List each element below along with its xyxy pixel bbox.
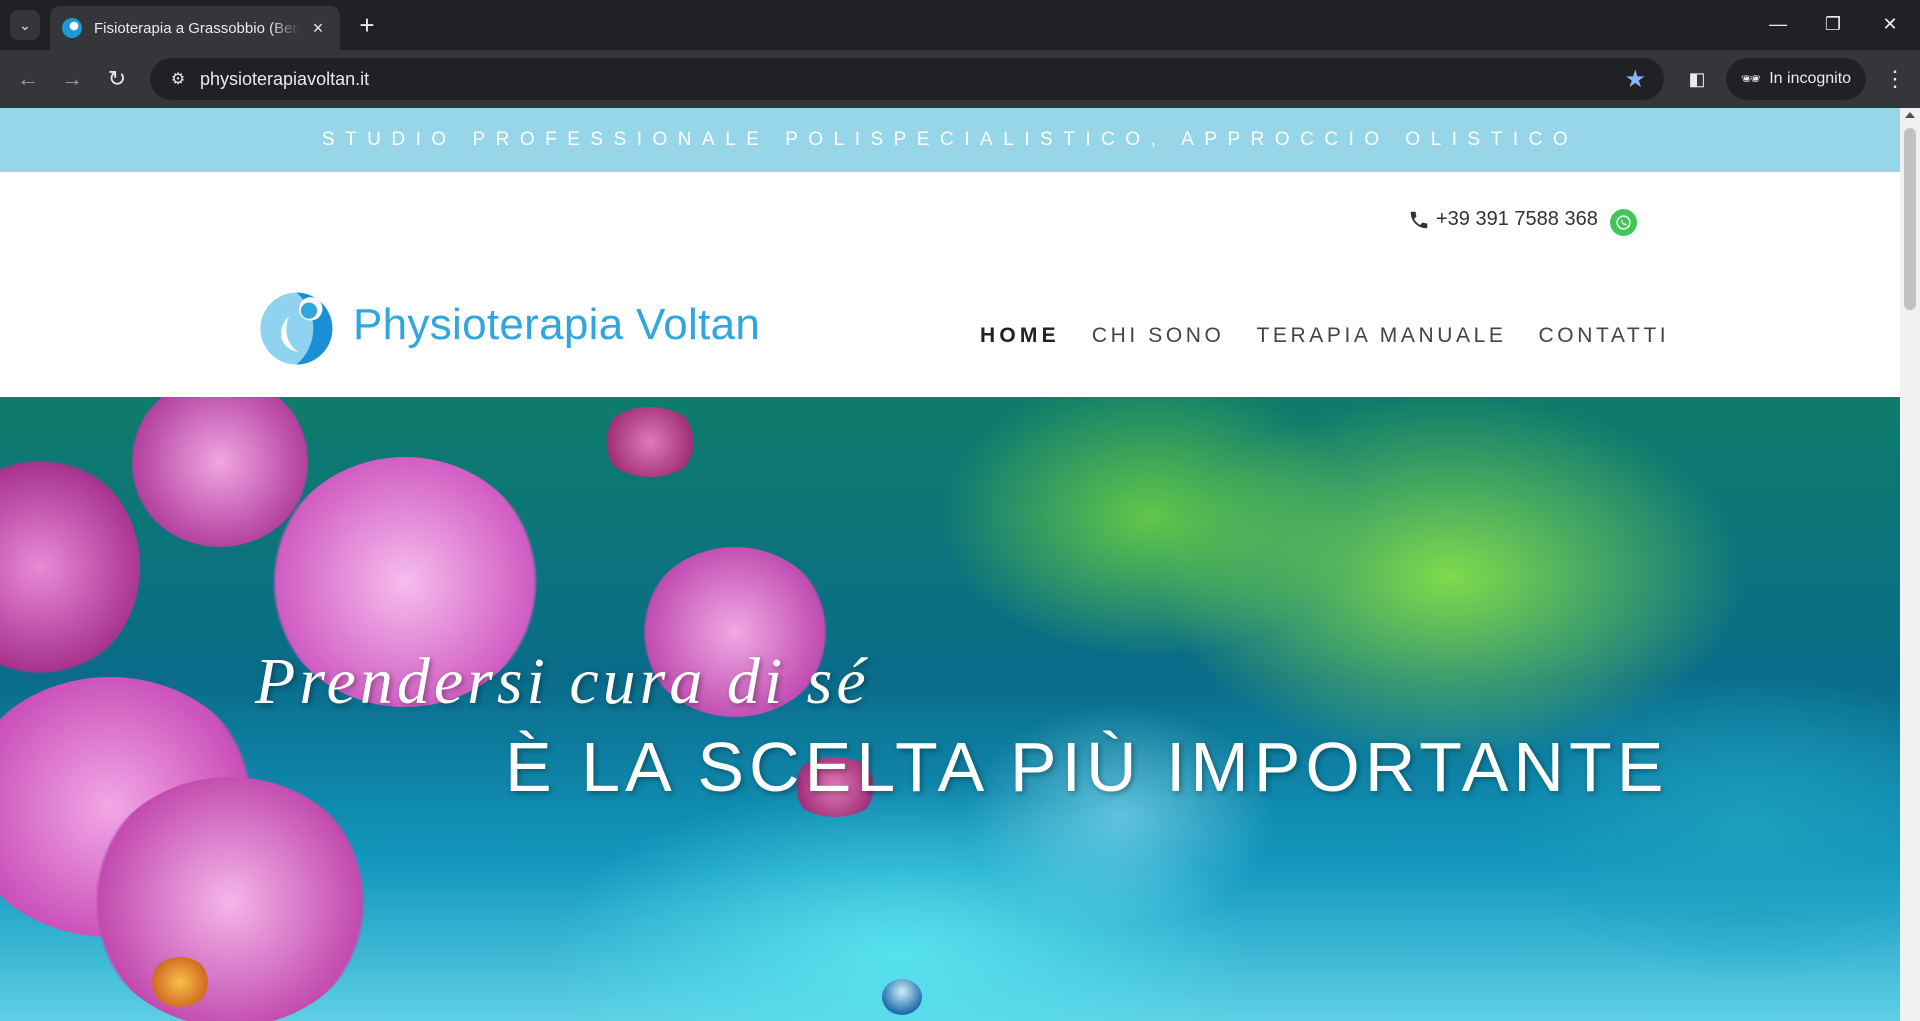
orchid-bud-image bbox=[600, 407, 700, 477]
page-viewport: STUDIO PROFESSIONALE POLISPECIALISTICO, … bbox=[0, 108, 1920, 1021]
search-tabs-icon[interactable]: ⌄ bbox=[10, 10, 40, 40]
page-scrollbar[interactable] bbox=[1900, 108, 1920, 1021]
orchid-flower-image bbox=[0, 457, 140, 677]
tagline-bar: STUDIO PROFESSIONALE POLISPECIALISTICO, … bbox=[0, 108, 1900, 172]
browser-tab-bar: ⌄ Fisioterapia a Grassobbio (Bergamo) × … bbox=[0, 0, 1920, 50]
back-arrow-icon[interactable]: ← bbox=[11, 62, 45, 96]
nav-item-home[interactable]: HOME bbox=[980, 324, 1060, 348]
logo-text: Physioterapia Voltan bbox=[353, 300, 761, 349]
url-text[interactable]: physioterapiavoltan.it bbox=[200, 69, 1624, 90]
plus-icon[interactable]: + bbox=[352, 10, 382, 40]
logo-mark-icon bbox=[260, 292, 333, 365]
browser-toolbar: ← → ↻ ⚙ physioterapiavoltan.it ★ ◧ 🕶 In … bbox=[0, 50, 1920, 108]
site-info-icon[interactable]: ⚙ bbox=[156, 69, 200, 89]
minimize-icon[interactable]: — bbox=[1758, 8, 1798, 40]
kebab-menu-icon[interactable]: ⋮ bbox=[1880, 62, 1910, 96]
incognito-label: In incognito bbox=[1769, 70, 1852, 87]
restore-icon[interactable]: ❐ bbox=[1813, 8, 1853, 40]
star-icon[interactable]: ★ bbox=[1624, 65, 1646, 94]
orchid-flower-image bbox=[90, 777, 370, 1021]
phone-icon bbox=[1410, 211, 1428, 228]
nav-item-chi-sono[interactable]: CHI SONO bbox=[1092, 324, 1225, 348]
nav-item-contatti[interactable]: CONTATTI bbox=[1539, 324, 1670, 348]
incognito-button[interactable]: 🕶 In incognito bbox=[1726, 58, 1866, 100]
reload-icon[interactable]: ↻ bbox=[100, 62, 134, 96]
site-logo[interactable]: Physioterapia Voltan bbox=[255, 280, 760, 370]
address-bar[interactable]: ⚙ physioterapiavoltan.it ★ bbox=[150, 58, 1664, 100]
water-drop-image bbox=[882, 979, 922, 1015]
scroll-thumb[interactable] bbox=[1904, 128, 1916, 310]
orchid-center-image bbox=[150, 957, 210, 1007]
main-nav: HOME CHI SONO TERAPIA MANUALE CONTATTI bbox=[980, 324, 1669, 348]
favicon-icon bbox=[62, 18, 82, 38]
close-window-icon[interactable]: ✕ bbox=[1870, 8, 1910, 40]
phone-number: +39 391 7588 368 bbox=[1436, 208, 1598, 230]
scroll-up-icon[interactable] bbox=[1905, 112, 1915, 118]
forward-arrow-icon[interactable]: → bbox=[55, 62, 89, 96]
browser-tab[interactable]: Fisioterapia a Grassobbio (Bergamo) × bbox=[50, 6, 340, 50]
nav-item-terapia-manuale[interactable]: TERAPIA MANUALE bbox=[1256, 324, 1506, 348]
side-panel-icon[interactable]: ◧ bbox=[1680, 62, 1714, 96]
tagline-text: STUDIO PROFESSIONALE POLISPECIALISTICO, … bbox=[321, 129, 1579, 150]
phone-link[interactable]: +39 391 7588 368 bbox=[1408, 208, 1598, 231]
hero-headline: Prendersi cura di sé bbox=[255, 645, 870, 718]
orchid-flower-image bbox=[130, 397, 310, 547]
hero-subheadline: È LA SCELTA PIÙ IMPORTANTE bbox=[505, 728, 1669, 806]
incognito-icon: 🕶 bbox=[1740, 71, 1762, 88]
whatsapp-icon[interactable] bbox=[1610, 209, 1637, 236]
close-icon[interactable]: × bbox=[308, 18, 328, 39]
tab-title: Fisioterapia a Grassobbio (Bergamo) bbox=[94, 19, 300, 37]
hero-banner: Prendersi cura di sé È LA SCELTA PIÙ IMP… bbox=[0, 397, 1900, 1021]
